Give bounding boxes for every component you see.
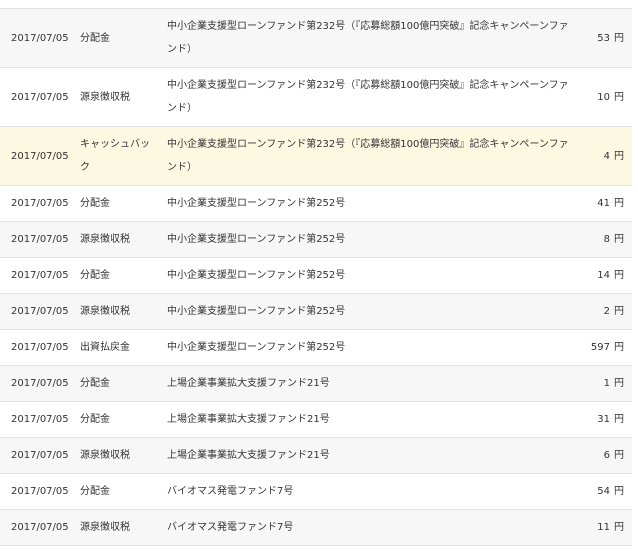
table-row: 2017/07/05 源泉徴収税 バイオマス発電ファンド7号 11 円	[0, 509, 632, 546]
table-row: 2017/07/05 源泉徴収税 上場企業事業拡大支援ファンド21号 6円	[0, 437, 632, 474]
row-type: 源泉徴収税	[80, 91, 130, 103]
row-date: 2017/07/05	[11, 198, 69, 209]
currency-unit: 円	[614, 342, 624, 353]
row-date: 2017/07/05	[11, 150, 69, 162]
row-fund-name: 上場企業事業拡大支援ファンド21号	[167, 414, 330, 425]
row-date: 2017/07/05	[11, 306, 69, 317]
currency-unit: 円	[614, 32, 624, 44]
row-amount-cell: 11 円	[584, 510, 632, 546]
row-type: 出資払戻金	[80, 342, 130, 353]
row-amount-cell: 8円	[584, 222, 632, 258]
row-fund-name: バイオマス発電ファンド7号	[167, 522, 294, 533]
row-fund-name: 中小企業支援型ローンファンド第232号（『応募総額100億円突破』記念キャンペー…	[167, 80, 569, 114]
table-row: 2017/07/05 分配金 バイオマス発電ファンド7号 54 円	[0, 473, 632, 510]
row-amount-cell: 4円	[584, 127, 632, 186]
row-date: 2017/07/05	[11, 378, 69, 389]
row-amount: 1	[603, 378, 610, 389]
row-date: 2017/07/05	[11, 486, 69, 497]
currency-unit: 円	[614, 234, 624, 245]
currency-unit: 円	[614, 198, 624, 209]
row-amount-cell: 6円	[584, 438, 632, 474]
row-date: 2017/07/05	[11, 450, 69, 461]
row-type: 分配金	[80, 378, 110, 389]
row-fund-name: 上場企業事業拡大支援ファンド21号	[167, 378, 330, 389]
currency-unit: 円	[614, 306, 624, 317]
row-amount-cell: 597 円	[584, 330, 632, 366]
row-date: 2017/07/05	[11, 522, 69, 533]
row-date: 2017/07/05	[11, 414, 69, 425]
row-amount: 6	[603, 450, 610, 461]
table-row: 2017/07/05 分配金 上場企業事業拡大支援ファンド21号 31 円	[0, 401, 632, 438]
row-type: 分配金	[80, 270, 110, 281]
row-amount: 41	[597, 198, 610, 209]
row-fund-name: 中小企業支援型ローンファンド第232号（『応募総額100億円突破』記念キャンペー…	[167, 21, 569, 55]
row-amount-cell: 14 円	[584, 258, 632, 294]
row-type: キャッシュバック	[80, 139, 150, 173]
row-amount: 8	[603, 234, 610, 245]
transaction-history-table-wrapper: 2017/07/05 分配金 中小企業支援型ローンファンド第232号（『応募総額…	[0, 0, 632, 558]
table-row: 2017/07/05 分配金 中小企業支援型ローンファンド第252号 41 円	[0, 185, 632, 222]
currency-unit: 円	[614, 414, 624, 425]
table-row: 2017/07/05 出資払戻金 中小企業支援型ローンファンド第252号 597…	[0, 329, 632, 366]
row-fund-name: 中小企業支援型ローンファンド第252号	[167, 306, 346, 317]
currency-unit: 円	[614, 450, 624, 461]
row-date: 2017/07/05	[11, 270, 69, 281]
table-row: 2017/07/05 源泉徴収税 中小企業支援型ローンファンド第232号（『応募…	[0, 67, 632, 127]
row-amount: 31	[597, 414, 610, 425]
row-fund-name: 中小企業支援型ローンファンド第252号	[167, 234, 346, 245]
table-row: 2017/07/05 分配金 中小企業支援型ローンファンド第252号 14 円	[0, 257, 632, 294]
row-fund-name: 中小企業支援型ローンファンド第252号	[167, 342, 346, 353]
table-row: 2017/07/05 源泉徴収税 中小企業支援型ローンファンド第252号 8円	[0, 221, 632, 258]
row-amount: 10	[597, 91, 610, 103]
row-type: 分配金	[80, 32, 110, 44]
currency-unit: 円	[614, 91, 624, 103]
table-row-highlighted: 2017/07/05 キャッシュバック 中小企業支援型ローンファンド第232号（…	[0, 126, 632, 186]
row-amount: 2	[603, 306, 610, 317]
row-fund-name: 上場企業事業拡大支援ファンド21号	[167, 450, 330, 461]
row-amount-cell: 53 円	[584, 9, 632, 68]
row-fund-name: 中小企業支援型ローンファンド第252号	[167, 270, 346, 281]
currency-unit: 円	[614, 486, 624, 497]
row-fund-name: 中小企業支援型ローンファンド第232号（『応募総額100億円突破』記念キャンペー…	[167, 139, 569, 173]
row-amount-cell: 41 円	[584, 186, 632, 222]
row-amount: 14	[597, 270, 610, 281]
row-amount: 4	[603, 150, 610, 162]
transaction-history-table: 2017/07/05 分配金 中小企業支援型ローンファンド第232号（『応募総額…	[0, 9, 632, 546]
row-amount-cell: 54 円	[584, 474, 632, 510]
row-date: 2017/07/05	[11, 342, 69, 353]
row-amount: 53	[597, 32, 610, 44]
row-type: 源泉徴収税	[80, 450, 130, 461]
row-type: 源泉徴収税	[80, 234, 130, 245]
table-row: 2017/07/05 源泉徴収税 中小企業支援型ローンファンド第252号 2円	[0, 293, 632, 330]
table-row: 2017/07/05 分配金 中小企業支援型ローンファンド第232号（『応募総額…	[0, 9, 632, 68]
row-fund-name: 中小企業支援型ローンファンド第252号	[167, 198, 346, 209]
row-type: 源泉徴収税	[80, 306, 130, 317]
currency-unit: 円	[614, 378, 624, 389]
row-type: 分配金	[80, 414, 110, 425]
row-date: 2017/07/05	[11, 91, 69, 103]
table-row: 2017/07/05 分配金 上場企業事業拡大支援ファンド21号 1円	[0, 365, 632, 402]
row-type: 源泉徴収税	[80, 522, 130, 533]
row-fund-name: バイオマス発電ファンド7号	[167, 486, 294, 497]
row-type: 分配金	[80, 486, 110, 497]
row-amount: 11	[597, 522, 610, 533]
row-type: 分配金	[80, 198, 110, 209]
currency-unit: 円	[614, 150, 624, 162]
row-date: 2017/07/05	[11, 234, 69, 245]
row-date: 2017/07/05	[11, 32, 69, 44]
row-amount-cell: 31 円	[584, 402, 632, 438]
row-amount: 54	[597, 486, 610, 497]
row-amount-cell: 2円	[584, 294, 632, 330]
currency-unit: 円	[614, 270, 624, 281]
previous-row-edge	[0, 0, 632, 9]
row-amount-cell: 10 円	[584, 68, 632, 127]
row-amount-cell: 1円	[584, 366, 632, 402]
currency-unit: 円	[614, 522, 624, 533]
row-amount: 597	[590, 342, 610, 353]
